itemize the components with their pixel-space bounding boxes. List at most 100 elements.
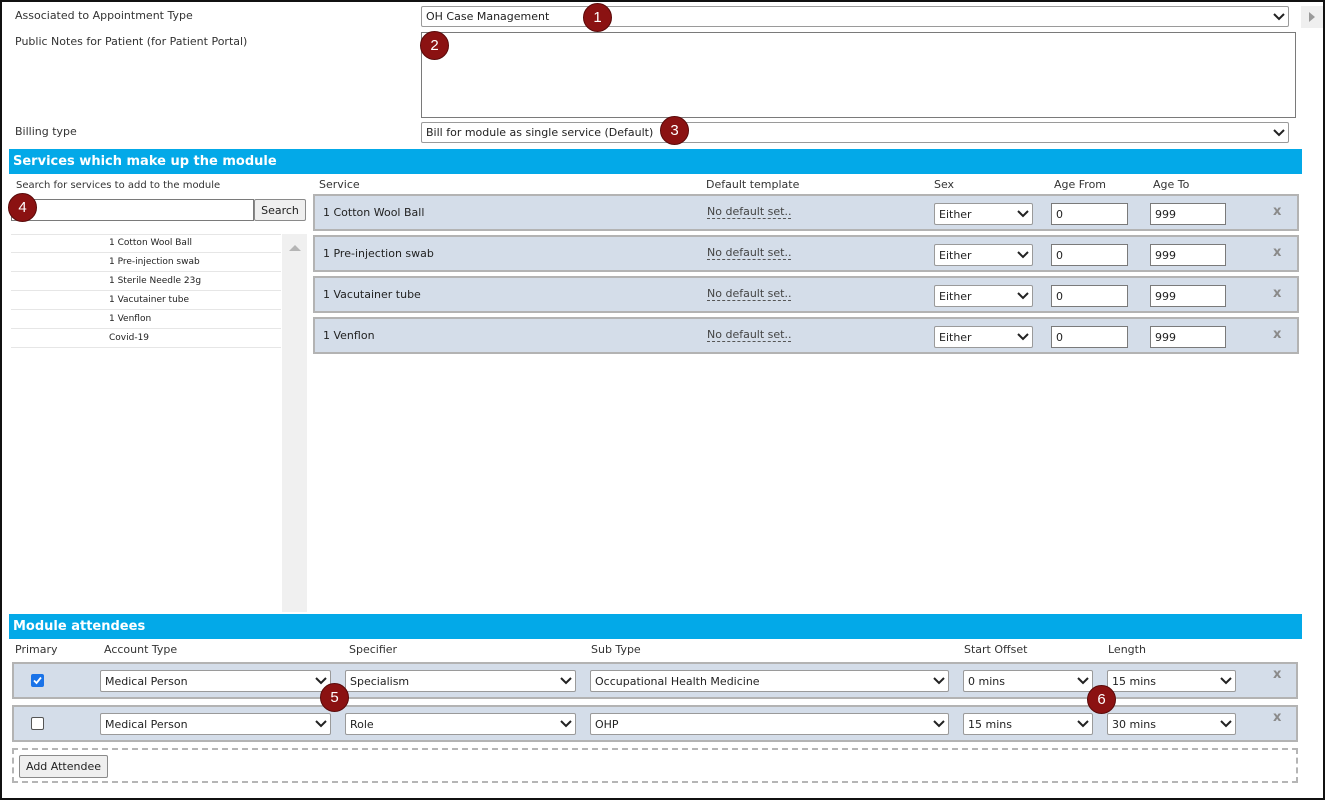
service-name: 1 Venflon — [323, 329, 375, 342]
chevron-down-icon — [1270, 7, 1288, 26]
appointment-type-value: OH Case Management — [426, 10, 550, 23]
age-from-input[interactable]: 0 — [1051, 285, 1128, 307]
sex-select[interactable]: Either — [934, 326, 1033, 348]
scroll-up-icon[interactable] — [289, 242, 301, 255]
chevron-down-icon — [557, 671, 575, 691]
age-to-input[interactable]: 999 — [1150, 203, 1226, 225]
list-item[interactable]: 1 Pre-injection swab — [11, 253, 281, 272]
default-template-link[interactable]: No default set.. — [707, 246, 792, 260]
column-header-length: Length — [1108, 643, 1146, 656]
length-select[interactable]: 15 mins — [1107, 670, 1236, 692]
specifier-select[interactable]: Specialism — [345, 670, 576, 692]
appointment-type-select[interactable]: OH Case Management — [421, 6, 1289, 27]
add-attendee-button[interactable]: Add Attendee — [19, 755, 108, 778]
check-icon — [33, 676, 42, 685]
list-item[interactable]: 1 Vacutainer tube — [11, 291, 281, 310]
close-icon[interactable]: x — [1273, 327, 1281, 342]
close-icon[interactable]: x — [1273, 204, 1281, 219]
service-search-label: Search for services to add to the module — [16, 180, 221, 191]
chevron-down-icon — [1014, 286, 1032, 306]
length-value: 30 mins — [1112, 717, 1156, 731]
chevron-down-icon — [1074, 714, 1092, 734]
service-search-button[interactable]: Search — [254, 199, 306, 221]
services-section-header: Services which make up the module — [9, 149, 1302, 174]
annotation-badge-5: 5 — [320, 683, 349, 712]
service-row: 1 Cotton Wool Ball No default set.. Eith… — [313, 194, 1299, 231]
chevron-down-icon — [1217, 671, 1235, 691]
chevron-down-icon — [1074, 671, 1092, 691]
annotation-badge-4: 4 — [8, 193, 37, 222]
column-header-primary: Primary — [15, 643, 58, 656]
age-to-input[interactable]: 999 — [1150, 244, 1226, 266]
account-type-select[interactable]: Medical Person — [100, 670, 331, 692]
start-offset-select[interactable]: 15 mins — [963, 713, 1093, 735]
column-header-start-offset: Start Offset — [964, 643, 1028, 656]
list-item[interactable]: 1 Cotton Wool Ball — [11, 234, 281, 253]
account-type-value: Medical Person — [105, 674, 188, 688]
annotation-badge-6: 6 — [1087, 685, 1116, 714]
primary-checkbox[interactable] — [31, 717, 44, 730]
service-name: 1 Cotton Wool Ball — [323, 206, 425, 219]
start-offset-select[interactable]: 0 mins — [963, 670, 1093, 692]
list-item[interactable]: Covid-19 — [11, 329, 281, 348]
chevron-down-icon — [1217, 714, 1235, 734]
age-from-input[interactable]: 0 — [1051, 244, 1128, 266]
close-icon[interactable]: x — [1273, 286, 1281, 301]
column-header-service: Service — [319, 178, 360, 191]
age-to-input[interactable]: 999 — [1150, 285, 1226, 307]
sex-select[interactable]: Either — [934, 203, 1033, 225]
sex-value: Either — [939, 248, 972, 262]
annotation-badge-3: 3 — [660, 116, 689, 145]
close-icon[interactable]: x — [1273, 710, 1281, 725]
specifier-value: Specialism — [350, 674, 410, 688]
sub-type-select[interactable]: OHP — [590, 713, 949, 735]
column-header-account-type: Account Type — [104, 643, 178, 656]
add-attendee-area — [12, 748, 1298, 783]
specifier-select[interactable]: Role — [345, 713, 576, 735]
column-header-age-from: Age From — [1054, 178, 1107, 191]
sex-select[interactable]: Either — [934, 285, 1033, 307]
age-to-input[interactable]: 999 — [1150, 326, 1226, 348]
service-row: 1 Venflon No default set.. Either 0 999 … — [313, 317, 1299, 354]
billing-type-label: Billing type — [15, 125, 77, 138]
public-notes-textarea[interactable] — [421, 32, 1296, 118]
service-name: 1 Vacutainer tube — [323, 288, 421, 301]
sub-type-value: OHP — [595, 717, 619, 731]
service-row: 1 Vacutainer tube No default set.. Eithe… — [313, 276, 1299, 313]
service-row: 1 Pre-injection swab No default set.. Ei… — [313, 235, 1299, 272]
default-template-link[interactable]: No default set.. — [707, 287, 792, 301]
column-header-default-template: Default template — [706, 178, 800, 191]
length-select[interactable]: 30 mins — [1107, 713, 1236, 735]
list-scrollbar[interactable] — [282, 234, 307, 612]
annotation-badge-1: 1 — [583, 3, 612, 32]
expand-right-icon[interactable] — [1301, 6, 1323, 28]
chevron-down-icon — [1014, 245, 1032, 265]
close-icon[interactable]: x — [1273, 667, 1281, 682]
sex-select[interactable]: Either — [934, 244, 1033, 266]
start-offset-value: 15 mins — [968, 717, 1012, 731]
primary-checkbox[interactable] — [31, 674, 44, 687]
close-icon[interactable]: x — [1273, 245, 1281, 260]
chevron-down-icon — [1270, 123, 1288, 142]
billing-type-select[interactable]: Bill for module as single service (Defau… — [421, 122, 1289, 143]
sub-type-value: Occupational Health Medicine — [595, 674, 760, 688]
sex-value: Either — [939, 330, 972, 344]
sub-type-select[interactable]: Occupational Health Medicine — [590, 670, 949, 692]
list-item[interactable]: 1 Venflon — [11, 310, 281, 329]
list-item[interactable]: 1 Sterile Needle 23g — [11, 272, 281, 291]
public-notes-label: Public Notes for Patient (for Patient Po… — [15, 35, 248, 48]
billing-type-value: Bill for module as single service (Defau… — [426, 126, 654, 139]
column-header-sub-type: Sub Type — [591, 643, 641, 656]
account-type-value: Medical Person — [105, 717, 188, 731]
appointment-type-label: Associated to Appointment Type — [15, 9, 193, 22]
sex-value: Either — [939, 207, 972, 221]
column-header-sex: Sex — [934, 178, 955, 191]
age-from-input[interactable]: 0 — [1051, 203, 1128, 225]
default-template-link[interactable]: No default set.. — [707, 205, 792, 219]
account-type-select[interactable]: Medical Person — [100, 713, 331, 735]
default-template-link[interactable]: No default set.. — [707, 328, 792, 342]
service-search-input[interactable] — [11, 199, 254, 221]
chevron-down-icon — [1014, 204, 1032, 224]
attendees-section-header: Module attendees — [9, 614, 1302, 639]
age-from-input[interactable]: 0 — [1051, 326, 1128, 348]
